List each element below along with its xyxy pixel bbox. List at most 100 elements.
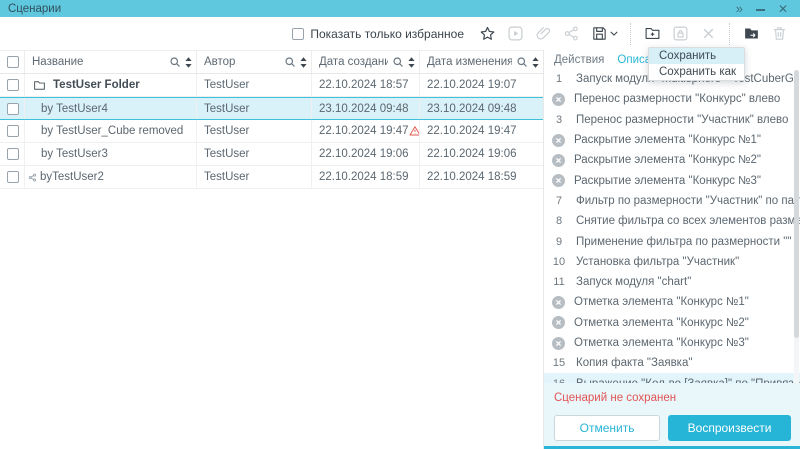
- action-text: Раскрытие элемента "Конкурс №2": [574, 154, 773, 166]
- action-item[interactable]: 7 Фильтр по размерности "Участник" по па…: [544, 191, 800, 211]
- disabled-step-icon: [552, 296, 565, 309]
- toolbar-separator: [630, 23, 631, 45]
- action-number: 15: [551, 357, 567, 369]
- row-checkbox[interactable]: [7, 148, 19, 160]
- folder-icon: [33, 79, 46, 92]
- action-number: 3: [551, 114, 567, 126]
- save-icon: [591, 25, 608, 42]
- row-created: 22.10.2024 19:47: [319, 125, 409, 137]
- row-modified: 22.10.2024 19:06: [427, 148, 517, 160]
- action-item[interactable]: Отметка элемента "Конкурс №1": [544, 292, 800, 312]
- clear-button[interactable]: [699, 25, 717, 43]
- action-text: Запуск модуля "chart": [576, 276, 703, 288]
- actions-list: 1 Запуск модуля "multisphere" "TestCuber…: [544, 69, 800, 383]
- row-modified: 22.10.2024 19:07: [427, 79, 517, 91]
- action-number: 11: [551, 276, 567, 288]
- star-icon: [479, 25, 496, 42]
- action-text: Фильтр по размерности "Участник" по патт…: [576, 195, 800, 207]
- menu-item-save-as[interactable]: Сохранить как: [649, 64, 744, 80]
- title-bar: Сценарии » ✕: [0, 0, 800, 17]
- minimize-icon[interactable]: [756, 9, 765, 11]
- row-checkbox[interactable]: [7, 79, 19, 91]
- play-button[interactable]: [506, 25, 524, 43]
- row-checkbox[interactable]: [7, 103, 19, 115]
- column-header-name[interactable]: Название: [25, 51, 197, 73]
- select-all-checkbox[interactable]: [7, 56, 19, 68]
- lock-icon: [672, 25, 689, 42]
- search-icon[interactable]: [516, 56, 528, 68]
- lock-button[interactable]: [671, 25, 689, 43]
- row-author: TestUser: [204, 148, 249, 160]
- column-header-created[interactable]: Дата создания: [312, 51, 420, 73]
- close-icon[interactable]: ✕: [778, 3, 788, 15]
- search-icon[interactable]: [392, 56, 404, 68]
- cancel-button[interactable]: Отменить: [554, 415, 660, 441]
- tab-actions[interactable]: Действия: [554, 54, 604, 66]
- action-item[interactable]: Раскрытие элемента "Конкурс №3": [544, 170, 800, 190]
- table-row[interactable]: by TestUser4 TestUser 23.10.2024 09:48 2…: [0, 97, 543, 120]
- action-text: Копия факта "Заявка": [576, 357, 704, 369]
- row-name: by TestUser3: [41, 148, 108, 160]
- row-name: by TestUser_Cube removed: [41, 125, 183, 137]
- favorites-filter[interactable]: Показать только избранное: [292, 27, 464, 41]
- action-item[interactable]: 15 Копия факта "Заявка": [544, 353, 800, 373]
- action-item[interactable]: 11 Запуск модуля "chart": [544, 272, 800, 292]
- create-folder-button[interactable]: [643, 25, 661, 43]
- row-created: 22.10.2024 18:59: [319, 171, 409, 183]
- row-checkbox[interactable]: [7, 171, 19, 183]
- sort-icon[interactable]: [408, 57, 415, 68]
- row-author: TestUser: [204, 171, 249, 183]
- table-row[interactable]: TestUser Folder TestUser 22.10.2024 18:5…: [0, 74, 543, 97]
- action-text: Отметка элемента "Конкурс №2": [574, 317, 761, 329]
- disabled-step-icon: [552, 337, 565, 350]
- row-checkbox[interactable]: [7, 125, 19, 137]
- table-body: TestUser Folder TestUser 22.10.2024 18:5…: [0, 74, 543, 189]
- search-icon[interactable]: [284, 56, 296, 68]
- save-dropdown-menu: Сохранить Сохранить как: [648, 47, 745, 81]
- share-button[interactable]: [562, 25, 580, 43]
- table-row[interactable]: by TestUser3 TestUser 22.10.2024 19:06 2…: [0, 143, 543, 166]
- action-item[interactable]: 10 Установка фильтра "Участник": [544, 252, 800, 272]
- play-scenario-button[interactable]: Воспроизвести: [668, 415, 791, 441]
- action-text: Снятие фильтра со всех элементов размерн…: [576, 215, 800, 227]
- action-text: Перенос размерности "Конкурс" влево: [574, 93, 792, 105]
- x-icon: [700, 25, 717, 42]
- column-header-modified[interactable]: Дата изменения: [420, 51, 543, 73]
- sort-icon[interactable]: [532, 57, 539, 68]
- action-item[interactable]: Отметка элемента "Конкурс №2": [544, 313, 800, 333]
- save-button[interactable]: [590, 25, 608, 43]
- disabled-step-icon: [552, 134, 565, 147]
- favorites-checkbox[interactable]: [292, 28, 304, 40]
- more-chevrons-icon[interactable]: »: [736, 2, 743, 15]
- table-row[interactable]: by TestUser_Cube removed TestUser 22.10.…: [0, 120, 543, 143]
- action-item[interactable]: 9 Применение фильтра по размерности "": [544, 231, 800, 251]
- status-text: Сценарий не сохранен: [554, 392, 791, 404]
- disabled-step-icon: [552, 316, 565, 329]
- sort-icon[interactable]: [300, 57, 307, 68]
- action-item[interactable]: 8 Снятие фильтра со всех элементов разме…: [544, 211, 800, 231]
- column-header-author[interactable]: Автор: [197, 51, 312, 73]
- favorite-star-button[interactable]: [478, 25, 496, 43]
- row-author: TestUser: [204, 125, 249, 137]
- scrollbar-track[interactable]: [794, 70, 799, 383]
- action-item[interactable]: 3 Перенос размерности "Участник" влево: [544, 110, 800, 130]
- delete-button[interactable]: [770, 25, 788, 43]
- action-item[interactable]: Отметка элемента "Конкурс №3": [544, 333, 800, 353]
- table-row[interactable]: byTestUser2 TestUser 22.10.2024 18:59 22…: [0, 166, 543, 189]
- sort-icon[interactable]: [185, 57, 192, 68]
- menu-item-save[interactable]: Сохранить: [649, 48, 744, 64]
- paperclip-icon: [535, 25, 552, 42]
- action-item[interactable]: Раскрытие элемента "Конкурс №2": [544, 150, 800, 170]
- export-folder-button[interactable]: [742, 25, 760, 43]
- chevron-down-icon[interactable]: [610, 31, 618, 36]
- scrollbar-thumb[interactable]: [794, 70, 799, 338]
- row-name: by TestUser4: [41, 103, 108, 115]
- action-item[interactable]: Раскрытие элемента "Конкурс №1": [544, 130, 800, 150]
- search-icon[interactable]: [169, 56, 181, 68]
- warning-icon: [409, 125, 420, 137]
- attach-button[interactable]: [534, 25, 552, 43]
- details-panel: Действия Описание 1 Запуск модуля "multi…: [543, 50, 800, 449]
- favorites-label: Показать только избранное: [310, 27, 464, 41]
- action-item[interactable]: Перенос размерности "Конкурс" влево: [544, 89, 800, 109]
- action-item[interactable]: 16 Выражение "Кол-во [Заявка]" по "Привя…: [544, 373, 800, 383]
